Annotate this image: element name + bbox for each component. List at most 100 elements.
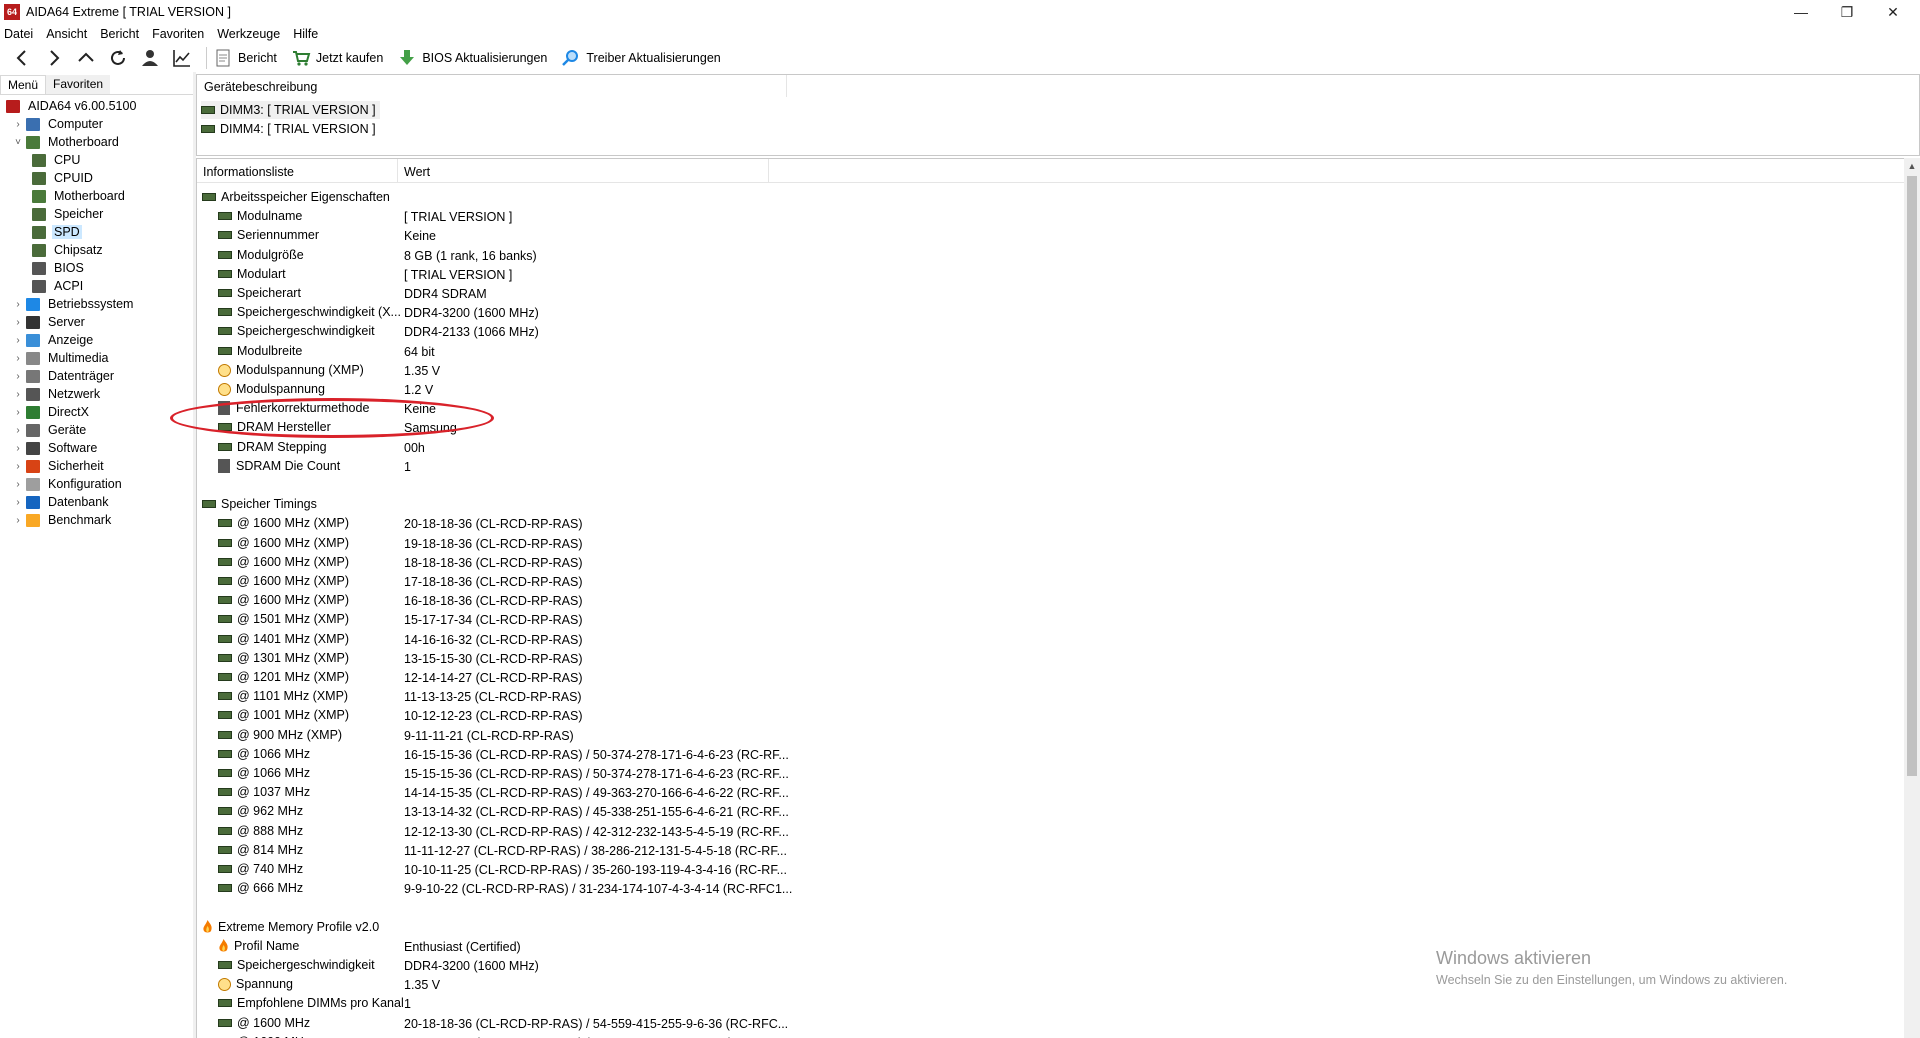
- info-row[interactable]: DRAM Hersteller Samsung: [197, 419, 1897, 438]
- info-row[interactable]: @ 962 MHz 13-13-14-32 (CL-RCD-RP-RAS) / 4…: [197, 803, 1897, 822]
- menu-bericht[interactable]: Bericht: [100, 27, 139, 41]
- info-row[interactable]: Empfohlene DIMMs pro Kanal 1: [197, 995, 1897, 1014]
- tree-item-software[interactable]: › Software: [12, 439, 99, 457]
- device-panel-header[interactable]: Gerätebeschreibung: [197, 75, 787, 97]
- minimize-button[interactable]: —: [1778, 0, 1824, 24]
- close-button[interactable]: ✕: [1870, 0, 1916, 24]
- device-item-dimm3[interactable]: DIMM3: [ TRIAL VERSION ]: [201, 101, 380, 119]
- menu-datei[interactable]: Datei: [4, 27, 33, 41]
- bios-updates-button[interactable]: BIOS Aktualisierungen: [397, 45, 547, 71]
- tree-item-multimedia[interactable]: › Multimedia: [12, 349, 110, 367]
- info-row[interactable]: @ 1600 MHz 20-18-18-36 (CL-RCD-RP-RAS) / …: [197, 1015, 1897, 1034]
- tree-item-cpuid[interactable]: CPUID: [32, 169, 95, 187]
- info-row[interactable]: Speicherart DDR4 SDRAM: [197, 285, 1897, 304]
- info-row[interactable]: @ 1501 MHz (XMP) 15-17-17-34 (CL-RCD-RP-R…: [197, 611, 1897, 630]
- chevron-right-icon[interactable]: ›: [12, 317, 24, 328]
- info-row[interactable]: @ 1301 MHz (XMP) 13-15-15-30 (CL-RCD-RP-R…: [197, 650, 1897, 669]
- info-row[interactable]: @ 1066 MHz 16-15-15-36 (CL-RCD-RP-RAS) / …: [197, 746, 1897, 765]
- info-row[interactable]: @ 1037 MHz 14-14-15-35 (CL-RCD-RP-RAS) / …: [197, 784, 1897, 803]
- info-row[interactable]: Modulspannung (XMP) 1.35 V: [197, 362, 1897, 381]
- info-row[interactable]: @ 888 MHz 12-12-13-30 (CL-RCD-RP-RAS) / 4…: [197, 823, 1897, 842]
- chevron-right-icon[interactable]: ›: [12, 119, 24, 130]
- tree-item-konfiguration[interactable]: › Konfiguration: [12, 475, 124, 493]
- chevron-down-icon[interactable]: ˅: [12, 137, 24, 148]
- chevron-right-icon[interactable]: ›: [12, 479, 24, 490]
- info-row[interactable]: @ 666 MHz 9-9-10-22 (CL-RCD-RP-RAS) / 31-…: [197, 880, 1897, 899]
- chevron-right-icon[interactable]: ›: [12, 407, 24, 418]
- chevron-right-icon[interactable]: ›: [12, 353, 24, 364]
- info-row[interactable]: Modulart [ TRIAL VERSION ]: [197, 266, 1897, 285]
- info-row[interactable]: Seriennummer Keine: [197, 227, 1897, 246]
- tree-item-sicherheit[interactable]: › Sicherheit: [12, 457, 106, 475]
- info-row[interactable]: @ 1600 MHz (XMP) 18-18-18-36 (CL-RCD-RP-R…: [197, 554, 1897, 573]
- info-row[interactable]: Modulgröße 8 GB (1 rank, 16 banks): [197, 247, 1897, 266]
- tree-item-anzeige[interactable]: › Anzeige: [12, 331, 95, 349]
- menu-hilfe[interactable]: Hilfe: [293, 27, 318, 41]
- tree-item-datenbank[interactable]: › Datenbank: [12, 493, 110, 511]
- tree-item-motherboard[interactable]: Motherboard: [32, 187, 127, 205]
- menu-werkzeuge[interactable]: Werkzeuge: [217, 27, 280, 41]
- info-row[interactable]: Modulbreite 64 bit: [197, 343, 1897, 362]
- info-row[interactable]: @ 1101 MHz (XMP) 11-13-13-25 (CL-RCD-RP-R…: [197, 688, 1897, 707]
- tab-menu[interactable]: Menü: [0, 75, 47, 94]
- column-header-wert[interactable]: Wert: [404, 165, 430, 179]
- chevron-right-icon[interactable]: ›: [12, 389, 24, 400]
- chevron-right-icon[interactable]: ›: [12, 371, 24, 382]
- tree-item-netzwerk[interactable]: › Netzwerk: [12, 385, 102, 403]
- tree-item-speicher[interactable]: Speicher: [32, 205, 105, 223]
- maximize-button[interactable]: ❐: [1824, 0, 1870, 24]
- section-header[interactable]: Speicher Timings: [197, 496, 1897, 515]
- chevron-right-icon[interactable]: ›: [12, 497, 24, 508]
- forward-icon[interactable]: [38, 45, 70, 71]
- info-row[interactable]: @ 1201 MHz (XMP) 12-14-14-27 (CL-RCD-RP-R…: [197, 669, 1897, 688]
- info-row[interactable]: Fehlerkorrekturmethode Keine: [197, 400, 1897, 419]
- info-row[interactable]: @ 1600 MHz (XMP) 19-18-18-36 (CL-RCD-RP-R…: [197, 535, 1897, 554]
- info-row[interactable]: Modulname [ TRIAL VERSION ]: [197, 208, 1897, 227]
- info-row[interactable]: @ 1600 MHz (XMP) 16-18-18-36 (CL-RCD-RP-R…: [197, 592, 1897, 611]
- back-icon[interactable]: [6, 45, 38, 71]
- info-row[interactable]: Modulspannung 1.2 V: [197, 381, 1897, 400]
- menu-favoriten[interactable]: Favoriten: [152, 27, 204, 41]
- driver-updates-button[interactable]: Treiber Aktualisierungen: [561, 45, 721, 71]
- tree-item-betriebssystem[interactable]: › Betriebssystem: [12, 295, 135, 313]
- info-row[interactable]: @ 814 MHz 11-11-12-27 (CL-RCD-RP-RAS) / 3…: [197, 842, 1897, 861]
- scroll-thumb[interactable]: [1907, 176, 1917, 776]
- chevron-right-icon[interactable]: ›: [12, 461, 24, 472]
- info-row[interactable]: @ 1001 MHz (XMP) 10-12-12-23 (CL-RCD-RP-R…: [197, 707, 1897, 726]
- chevron-right-icon[interactable]: ›: [12, 515, 24, 526]
- chevron-right-icon[interactable]: ›: [12, 425, 24, 436]
- device-item-dimm4[interactable]: DIMM4: [ TRIAL VERSION ]: [201, 120, 380, 138]
- tree-item-spd[interactable]: SPD: [32, 223, 82, 241]
- tree-item-datentr-ger[interactable]: › Datenträger: [12, 367, 116, 385]
- info-row[interactable]: SDRAM Die Count 1: [197, 458, 1897, 477]
- tree-item-cpu[interactable]: CPU: [32, 151, 82, 169]
- chevron-right-icon[interactable]: ›: [12, 443, 24, 454]
- column-divider[interactable]: [768, 159, 769, 183]
- buy-now-button[interactable]: Jetzt kaufen: [291, 45, 383, 71]
- chart-icon[interactable]: [166, 45, 198, 71]
- chevron-right-icon[interactable]: ›: [12, 335, 24, 346]
- section-header[interactable]: Extreme Memory Profile v2.0: [197, 919, 1897, 938]
- tree-item-directx[interactable]: › DirectX: [12, 403, 91, 421]
- tab-favoriten[interactable]: Favoriten: [46, 75, 111, 94]
- column-divider[interactable]: [397, 159, 398, 183]
- column-header-informationsliste[interactable]: Informationsliste: [203, 165, 294, 179]
- info-row[interactable]: Speichergeschwindigkeit (X... DDR4-3200 (…: [197, 304, 1897, 323]
- tree-item-benchmark[interactable]: › Benchmark: [12, 511, 113, 529]
- info-row[interactable]: @ 1600 MHz (XMP) 17-18-18-36 (CL-RCD-RP-R…: [197, 573, 1897, 592]
- refresh-icon[interactable]: [102, 45, 134, 71]
- info-row[interactable]: @ 1600 MHz (XMP) 20-18-18-36 (CL-RCD-RP-R…: [197, 515, 1897, 534]
- section-header[interactable]: Arbeitsspeicher Eigenschaften: [197, 189, 1897, 208]
- chevron-right-icon[interactable]: ›: [12, 299, 24, 310]
- report-button[interactable]: Bericht: [213, 45, 277, 71]
- info-row[interactable]: Speichergeschwindigkeit DDR4-2133 (1066 M…: [197, 323, 1897, 342]
- tree-item-bios[interactable]: BIOS: [32, 259, 86, 277]
- vertical-scrollbar[interactable]: ▲: [1904, 158, 1920, 1038]
- tree-item-ger-te[interactable]: › Geräte: [12, 421, 88, 439]
- tree-item-acpi[interactable]: ACPI: [32, 277, 85, 295]
- info-row[interactable]: DRAM Stepping 00h: [197, 439, 1897, 458]
- user-icon[interactable]: [134, 45, 166, 71]
- tree-item-computer[interactable]: › Computer: [12, 115, 105, 133]
- scroll-up-arrow-icon[interactable]: ▲: [1904, 158, 1920, 174]
- info-row[interactable]: @ 900 MHz (XMP) 9-11-11-21 (CL-RCD-RP-RAS…: [197, 727, 1897, 746]
